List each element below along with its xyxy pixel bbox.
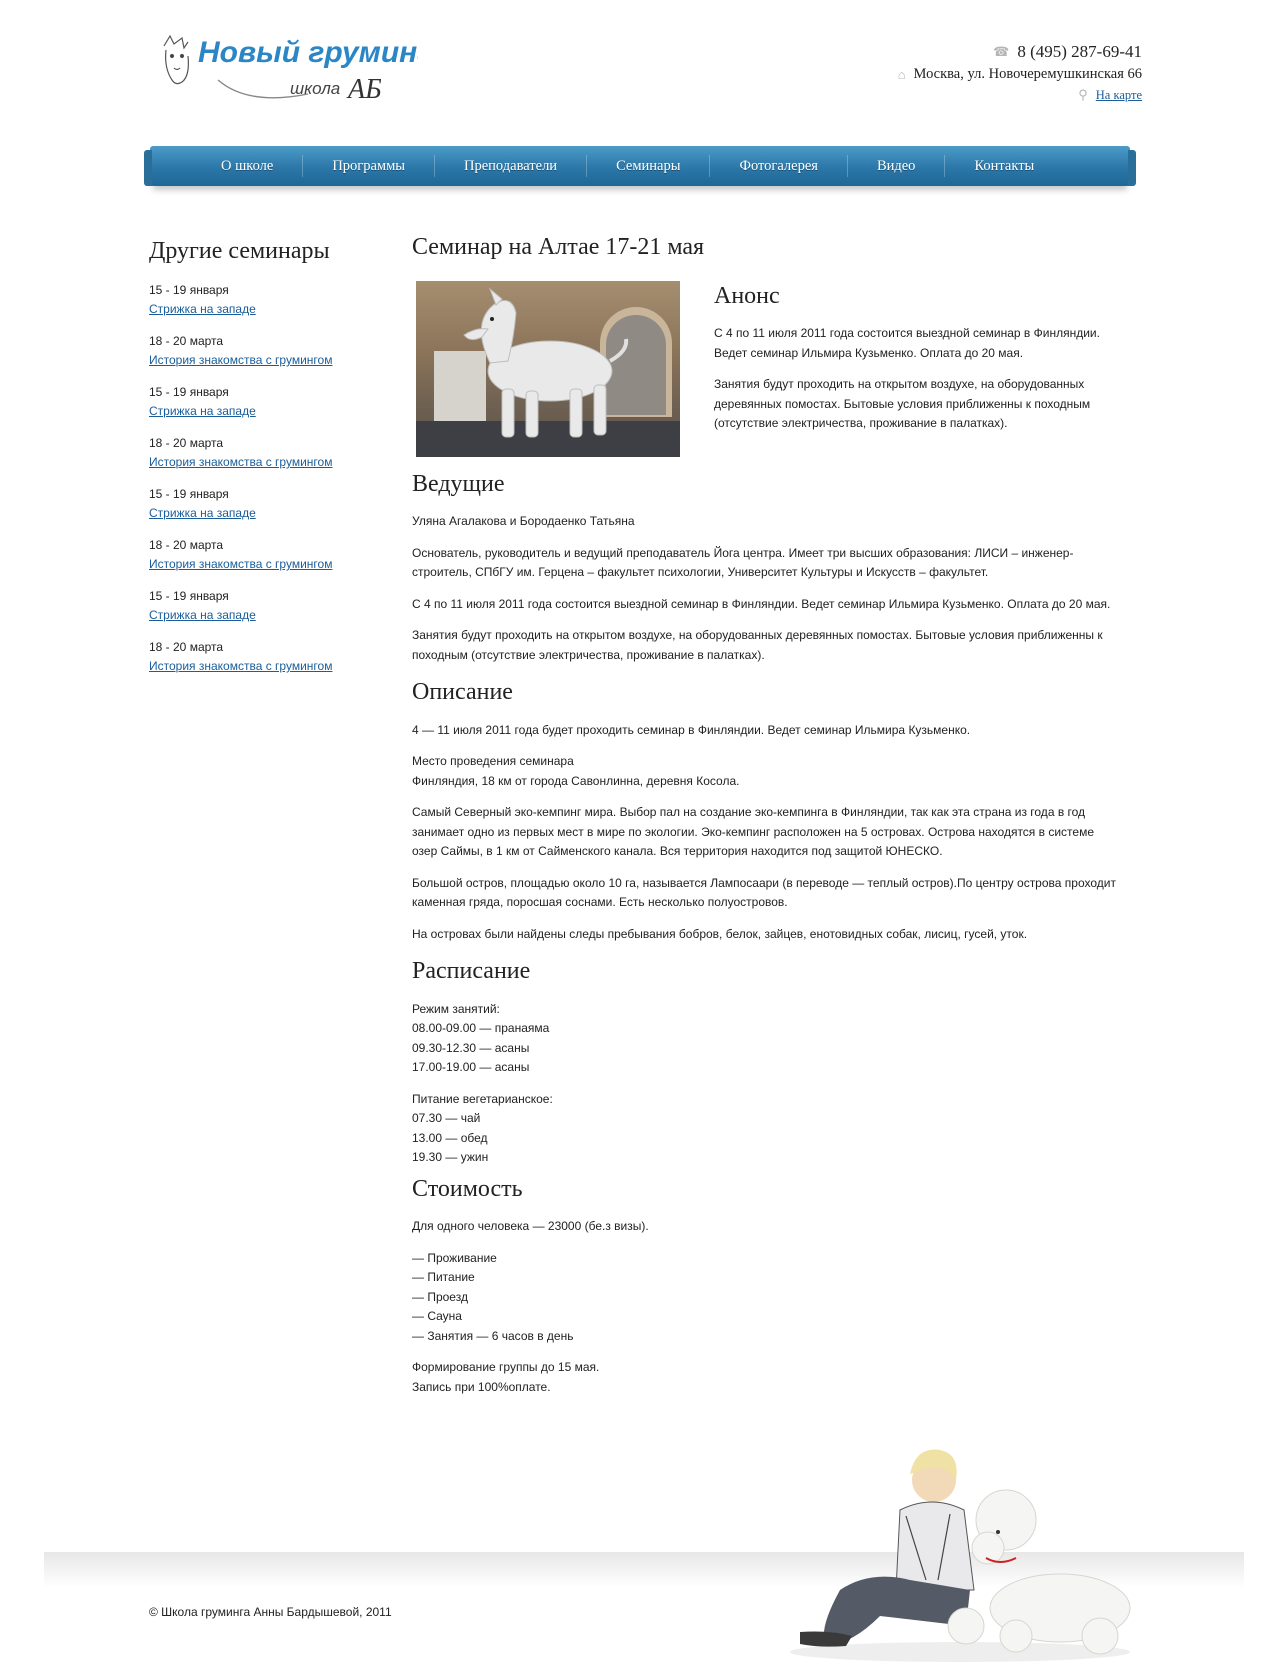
hosts-names: Уляна Агалакова и Бородаенко Татьяна (412, 514, 635, 528)
page-title: Семинар на Алтае 17-21 мая (412, 234, 705, 260)
schedule-line: 19.30 — ужин (412, 1150, 489, 1164)
price-include-item: — Проезд (412, 1289, 468, 1304)
seminar-date: 18 - 20 марта (149, 538, 224, 552)
nav-item-contacts[interactable]: Контакты (945, 155, 1063, 177)
description-paragraph: 4 — 11 июля 2011 года будет проходить се… (412, 722, 971, 737)
seminar-date: 15 - 19 января (149, 385, 229, 399)
anons-heading: Анонс (714, 282, 780, 309)
phone-icon: ☎ (993, 44, 1010, 59)
seminar-link[interactable]: История знакомства с грумингом (149, 659, 332, 673)
price-include-item: — Занятия — 6 часов в день (412, 1328, 574, 1343)
anons-paragraph: С 4 по 11 июля 2011 года состоится выезд… (714, 326, 1100, 360)
price-paragraph: Для одного человека — 23000 (бе.з визы). (412, 1219, 649, 1233)
logo-subtitle: школа (290, 79, 340, 98)
list-item: 18 - 20 марта История знакомства с груми… (149, 332, 369, 370)
venue-label: Место проведения семинара (412, 754, 574, 768)
seminar-link[interactable]: История знакомства с грумингом (149, 353, 332, 367)
schedule-line: 07.30 — чай (412, 1111, 481, 1125)
sidebar: Другие семинары 15 - 19 января Стрижка н… (149, 238, 369, 689)
price-include-item: — Проживание (412, 1250, 497, 1265)
seminar-link[interactable]: Стрижка на западе (149, 506, 256, 520)
map-link[interactable]: На карте (1096, 88, 1142, 103)
hosts-heading: Ведущие (412, 470, 505, 497)
schedule-line: 13.00 — обед (412, 1130, 488, 1145)
address: Москва, ул. Новочеремушкинская 66 (913, 66, 1142, 82)
list-item: 15 - 19 января Стрижка на западе (149, 587, 369, 625)
copyright: © Школа груминга Анны Бардышевой, 2011 (149, 1605, 392, 1619)
seminar-link[interactable]: Стрижка на западе (149, 302, 256, 316)
anons-section: Анонс С 4 по 11 июля 2011 года состоится… (412, 280, 1122, 457)
description-paragraph: Большой остров, площадью около 10 га, на… (412, 875, 1116, 910)
price-include-item: — Питание (412, 1270, 475, 1284)
list-item: 18 - 20 марта История знакомства с груми… (149, 638, 369, 676)
main-content: Семинар на Алтае 17-21 мая Анонс С 4 по … (412, 234, 1122, 1409)
hosts-paragraph: С 4 по 11 июля 2011 года состоится выезд… (412, 596, 1111, 611)
home-icon: ⌂ (897, 66, 906, 82)
sidebar-title: Другие семинары (149, 238, 330, 264)
description-paragraph: На островах были найдены следы пребывани… (412, 926, 1028, 941)
schedule-heading: Расписание (412, 958, 531, 984)
price-note: Запись при 100%оплате. (412, 1379, 551, 1394)
list-item: 18 - 20 марта История знакомства с груми… (149, 434, 369, 472)
list-item: 15 - 19 января Стрижка на западе (149, 281, 369, 319)
venue-location: Финляндия, 18 км от города Савонлинна, д… (412, 773, 740, 788)
venue: Место проведения семинара Финляндия, 18 … (412, 752, 1122, 791)
description-paragraph: Самый Северный эко-кемпинг мира. Выбор п… (412, 805, 1095, 858)
schedule-food: Питание вегетарианское: 07.30 — чай 13.0… (412, 1090, 1122, 1168)
anons-paragraph: Занятия будут проходить на открытом возд… (714, 377, 1091, 430)
list-item: 15 - 19 января Стрижка на западе (149, 383, 369, 421)
nav-item-programs[interactable]: Программы (303, 155, 436, 177)
footer-photo (790, 1449, 1131, 1662)
seminar-link[interactable]: История знакомства с грумингом (149, 455, 332, 469)
logo-graphic: Новый груминг школа АБ (163, 34, 418, 105)
main-nav: О школе Программы Преподаватели Семинары… (144, 146, 1136, 186)
list-item: 15 - 19 января Стрижка на западе (149, 485, 369, 523)
schedule-line: 08.00-09.00 — пранаяма (412, 1021, 550, 1035)
nav-item-seminars[interactable]: Семинары (587, 155, 711, 177)
seminar-date: 15 - 19 января (149, 487, 229, 501)
nav-item-video[interactable]: Видео (848, 155, 946, 177)
map-pin-icon: ⚲ (1078, 87, 1088, 102)
seminar-date: 18 - 20 марта (149, 640, 224, 654)
phone-number: 8 (495) 287-69-41 (1017, 42, 1142, 61)
seminar-link[interactable]: История знакомства с грумингом (149, 557, 332, 571)
logo-title: Новый груминг (198, 36, 418, 69)
price-heading: Стоимость (412, 1175, 523, 1202)
schedule-mode: Режим занятий: 08.00-09.00 — пранаяма 09… (412, 1000, 1122, 1078)
header-contacts: ☎ 8 (495) 287-69-41 ⌂ Москва, ул. Новоче… (898, 42, 1142, 103)
dog-illustration (463, 286, 629, 437)
price-notes: Формирование группы до 15 мая. Запись пр… (412, 1358, 1122, 1397)
nav-item-about[interactable]: О школе (192, 155, 304, 177)
description-heading: Описание (412, 679, 513, 705)
anons-text: Анонс С 4 по 11 июля 2011 года состоится… (714, 281, 1122, 457)
seminar-date: 18 - 20 марта (149, 436, 224, 450)
hosts-paragraph: Занятия будут проходить на открытом возд… (412, 628, 1103, 662)
logo-monogram: АБ (346, 74, 382, 105)
seminar-date: 18 - 20 марта (149, 334, 224, 348)
seminar-date: 15 - 19 января (149, 283, 229, 297)
price-include-item: — Сауна (412, 1309, 462, 1323)
schedule-mode-title: Режим занятий: (412, 1001, 500, 1016)
hosts-paragraph: Основатель, руководитель и ведущий препо… (412, 545, 1074, 580)
seminar-date: 15 - 19 января (149, 589, 229, 603)
schedule-line: 17.00-19.00 — асаны (412, 1060, 530, 1074)
nav-item-teachers[interactable]: Преподаватели (435, 155, 588, 177)
schedule-line: 09.30-12.30 — асаны (412, 1040, 530, 1055)
schedule-food-title: Питание вегетарианское: (412, 1091, 553, 1106)
seminar-link[interactable]: Стрижка на западе (149, 608, 256, 622)
seminar-photo (416, 280, 680, 457)
nav-item-gallery[interactable]: Фотогалерея (710, 155, 848, 177)
schedule: Режим занятий: 08.00-09.00 — пранаяма 09… (412, 1000, 1122, 1168)
logo[interactable]: Новый груминг школа АБ (158, 28, 418, 114)
price-note: Формирование группы до 15 мая. (412, 1360, 600, 1374)
seminar-link[interactable]: Стрижка на западе (149, 404, 256, 418)
list-item: 18 - 20 марта История знакомства с груми… (149, 536, 369, 574)
price-includes: — Проживание — Питание — Проезд — Сауна … (412, 1249, 1122, 1347)
